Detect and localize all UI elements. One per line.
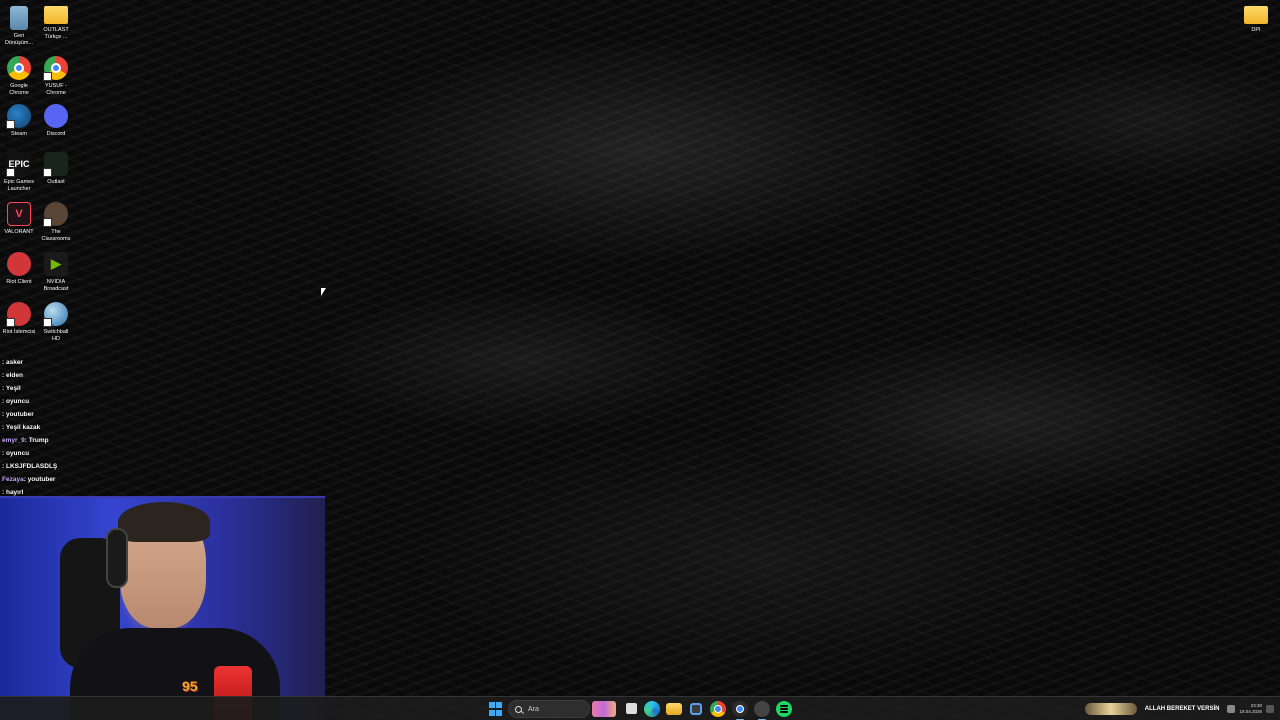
desktop-icon-yusuf-chrome[interactable]: YUSUF - Chrome	[37, 56, 75, 97]
spotify-icon[interactable]	[776, 701, 792, 717]
chat-message: : asker	[2, 359, 23, 366]
classrooms-icon	[43, 202, 68, 227]
chrome-icon[interactable]	[710, 701, 726, 717]
folder-icon	[1244, 6, 1268, 24]
desktop-icon-switchball[interactable]: Switchball HD	[37, 302, 75, 343]
chat-message: emyr_9: Trump	[2, 437, 49, 444]
steam-icon	[6, 104, 31, 129]
desktop-icon-label: Outlast	[47, 179, 65, 185]
chat-message: : LKSJFDLASDLŞ	[2, 463, 58, 470]
shirt-logo: 95	[182, 678, 198, 694]
tray-widget[interactable]	[1084, 703, 1137, 715]
desktop-icon-label: DPI	[1251, 27, 1261, 33]
task-view-button[interactable]	[626, 703, 637, 714]
edge-icon[interactable]	[644, 701, 660, 717]
chat-message: Fezaya: youtuber	[2, 476, 56, 483]
chat-message: : youtuber	[2, 411, 34, 418]
start-button[interactable]	[488, 702, 502, 716]
riot-client-icon	[6, 302, 31, 327]
desktop-icon-label: OUTLAST Türkçe ...	[43, 27, 69, 40]
desktop-icon-label: VALORANT	[4, 229, 34, 235]
desktop-icon-nvidia-broadcast[interactable]: ▶ NVIDIA Broadcast	[37, 252, 75, 293]
desktop-icon-riot-client[interactable]: Riot Client	[0, 252, 38, 286]
clock[interactable]: 23:30 18.04.2026	[1239, 703, 1262, 715]
desktop-icon-discord[interactable]: Discord	[37, 104, 75, 138]
webcam-overlay: 95	[0, 496, 325, 720]
search-highlight-widget[interactable]	[592, 701, 616, 717]
discord-icon	[44, 104, 68, 128]
chrome-icon	[7, 56, 31, 80]
riot-client-icon	[7, 252, 31, 276]
desktop-icon-label: YUSUF - Chrome	[45, 83, 67, 96]
desktop-icon-steam[interactable]: Steam	[0, 104, 38, 138]
desktop-icon-label: Discord	[46, 131, 66, 137]
desktop-icon-label: The Classrooms	[41, 229, 71, 242]
desktop-icon-the-classrooms[interactable]: The Classrooms	[37, 202, 75, 243]
desktop-icon-riot-istemcisi[interactable]: Riot İstemcisi	[0, 302, 38, 336]
desktop-icon-label: NVIDIA Broadcast	[43, 279, 69, 292]
stream-chat-overlay: : asker : elden : Yeşil : oyuncu : youtu…	[2, 356, 142, 499]
desktop-icon-label: Switchball HD	[43, 329, 69, 342]
desktop-icon-outlast[interactable]: Outlast	[37, 152, 75, 186]
chrome-profile-icon[interactable]	[732, 701, 748, 720]
desktop-icon-label: Epic Games Launcher	[4, 179, 34, 192]
taskbar: Ara ALLAH BEREKET VERSİN 23:30 18.04.202…	[0, 696, 1280, 720]
tray-marquee-text: ALLAH BEREKET VERSİN	[1140, 704, 1224, 714]
desktop-icon-dpi[interactable]: DPI	[1237, 6, 1275, 34]
file-explorer-icon[interactable]	[666, 703, 682, 715]
network-icon[interactable]	[1227, 705, 1236, 713]
notification-icon[interactable]	[1266, 705, 1274, 713]
switchball-icon	[43, 302, 68, 327]
desktop-icon-label: Riot İstemcisi	[2, 329, 36, 335]
clock-date: 18.04.2026	[1239, 709, 1262, 714]
recycle-bin-icon	[10, 6, 28, 30]
desktop-icon-google-chrome[interactable]: Google Chrome	[0, 56, 38, 97]
folder-icon	[44, 6, 68, 24]
epic-games-icon: EPIC	[6, 152, 31, 177]
app-icon[interactable]	[754, 701, 770, 720]
desktop-icon-label: Geri Dönüşüm...	[4, 33, 34, 46]
chat-message: : Yeşil kazak	[2, 424, 41, 431]
chat-message: : oyuncu	[2, 398, 30, 405]
streamer-hair	[118, 502, 210, 542]
desktop-icon-label: Google Chrome	[9, 83, 29, 96]
store-icon[interactable]	[690, 703, 702, 715]
valorant-icon: V	[7, 202, 31, 226]
chat-message: : elden	[2, 372, 23, 379]
nvidia-icon: ▶	[44, 252, 68, 276]
headphones-icon	[106, 528, 128, 588]
desktop-icon-valorant[interactable]: V VALORANT	[0, 202, 38, 236]
desktop-icon-epic-games[interactable]: EPIC Epic Games Launcher	[0, 152, 38, 193]
desktop-icon-recycle-bin[interactable]: Geri Dönüşüm...	[0, 6, 38, 47]
chat-message: : Yeşil	[2, 385, 21, 392]
search-icon	[515, 705, 522, 713]
chrome-icon	[43, 56, 68, 81]
desktop-icon-label: Steam	[11, 131, 27, 137]
mouse-cursor-icon	[321, 288, 326, 296]
desktop-icon-label: Riot Client	[6, 279, 32, 285]
desktop-icon-outlast-turkce[interactable]: OUTLAST Türkçe ...	[37, 6, 75, 41]
outlast-icon	[43, 152, 68, 177]
chat-message: : oyuncu	[2, 450, 30, 457]
taskbar-search[interactable]: Ara	[508, 700, 590, 718]
system-tray: ALLAH BEREKET VERSİN 23:30 18.04.2026	[1084, 700, 1274, 718]
search-placeholder: Ara	[528, 705, 539, 713]
